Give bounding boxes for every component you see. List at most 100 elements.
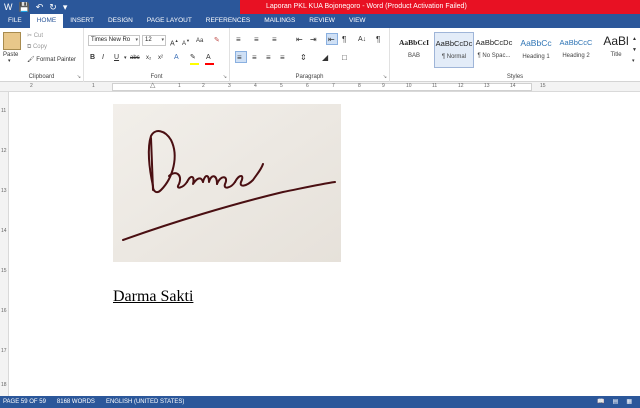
style-heading-1[interactable]: AaBbCc Heading 1 [516, 32, 556, 68]
clear-formatting-icon[interactable]: ✎ [214, 36, 220, 46]
font-launcher-icon[interactable]: ↘ [223, 74, 227, 80]
borders-icon[interactable]: □ [342, 53, 347, 63]
style-bab[interactable]: AaBbCcI BAB [394, 32, 434, 68]
horizontal-ruler[interactable]: 2 1 △ 1 2 3 4 5 6 7 8 9 10 11 12 13 14 1… [0, 82, 640, 92]
paste-icon[interactable] [3, 32, 21, 50]
tab-home[interactable]: HOME [29, 14, 64, 28]
styles-scroll-up-icon[interactable]: ▲ [632, 34, 637, 44]
styles-group-label: Styles [506, 74, 524, 80]
style-heading-2-sample: AaBbCcC [559, 38, 593, 47]
window-title: Laporan PKL KUA Bojonegoro - Word (Produ… [240, 0, 640, 14]
vruler-tick: 17 [1, 348, 7, 354]
cut-button[interactable]: ✂ Cut [27, 32, 43, 39]
word-window: W 💾 ↶ ↻ ▾ Laporan PKL KUA Bojonegoro - W… [0, 0, 640, 408]
italic-button[interactable]: I [102, 53, 104, 63]
strikethrough-button[interactable]: abc [130, 53, 140, 63]
vertical-ruler[interactable]: 11 12 13 14 15 16 17 18 [0, 92, 9, 396]
font-color-swatch [205, 63, 214, 65]
align-center-icon[interactable]: ≡ [252, 53, 257, 63]
font-family-select[interactable]: Times New Ro ▾ [88, 35, 140, 46]
clipboard-launcher-icon[interactable]: ↘ [77, 74, 81, 80]
style-no-spacing[interactable]: AaBbCcDc ¶ No Spac... [474, 32, 514, 68]
styles-group: AaBbCcI BAB AaBbCcDc ¶ Normal AaBbCcDc ¶… [390, 28, 640, 82]
ribbon-tabs: FILE HOME INSERT DESIGN PAGE LAYOUT REFE… [0, 14, 640, 28]
tab-review[interactable]: REVIEW [302, 14, 342, 28]
page-count[interactable]: PAGE 59 OF 59 [0, 399, 54, 405]
align-right-icon[interactable]: ≡ [266, 53, 271, 63]
style-heading-2[interactable]: AaBbCcC Heading 2 [556, 32, 596, 68]
numbering-icon[interactable]: ≡ [254, 35, 259, 45]
bold-button[interactable]: B [90, 53, 95, 63]
tab-design[interactable]: DESIGN [101, 14, 140, 28]
superscript-button[interactable]: x² [158, 53, 163, 63]
subscript-button[interactable]: x₂ [146, 53, 151, 63]
style-normal-name: ¶ Normal [441, 54, 467, 60]
undo-icon[interactable]: ↶ [36, 0, 44, 14]
grow-font-button[interactable]: A▲ [170, 36, 179, 49]
font-color-icon[interactable]: A [206, 53, 211, 63]
rtl-icon[interactable]: ¶ [342, 35, 346, 45]
tab-view[interactable]: VIEW [342, 14, 373, 28]
underline-button[interactable]: U [114, 53, 119, 63]
tab-references[interactable]: REFERENCES [199, 14, 257, 28]
change-case-button[interactable]: Aa [196, 36, 203, 46]
shading-icon[interactable]: ◢ [322, 53, 328, 63]
styles-more-icon[interactable]: ▾ [632, 56, 635, 66]
tab-insert[interactable]: INSERT [63, 14, 101, 28]
word-count[interactable]: 8168 WORDS [54, 399, 103, 405]
tab-file[interactable]: FILE [0, 14, 30, 28]
style-heading-1-sample: AaBbCc [520, 38, 552, 48]
copy-button[interactable]: ⧉ Copy [27, 44, 47, 51]
format-painter-button[interactable]: 🖌 Format Painter [27, 56, 76, 63]
vruler-tick: 18 [1, 382, 7, 388]
ruler-tick: 1 [178, 83, 181, 89]
line-spacing-icon[interactable]: ⇕ [300, 53, 307, 63]
shrink-font-button[interactable]: A▼ [182, 36, 190, 49]
style-title-sample: AaBl [603, 34, 629, 48]
ruler-tick: 14 [510, 83, 516, 89]
paragraph-launcher-icon[interactable]: ↘ [383, 74, 387, 80]
ltr-icon: ⇤ [328, 35, 335, 44]
styles-scroll-down-icon[interactable]: ▼ [632, 45, 637, 55]
sort-icon[interactable]: A↓ [358, 35, 366, 45]
web-layout-icon[interactable]: ▦ [626, 398, 632, 405]
ruler-tick: 7 [332, 83, 335, 89]
ribbon-home: Paste ▾ ✂ Cut ⧉ Copy 🖌 Format Painter Cl… [0, 28, 640, 82]
vruler-tick: 13 [1, 188, 7, 194]
vruler-tick: 14 [1, 228, 7, 234]
highlight-color-icon[interactable]: ✎ [190, 53, 196, 63]
underline-dropdown-icon[interactable]: ▾ [124, 53, 127, 63]
justify-icon[interactable]: ≡ [280, 53, 285, 63]
increase-indent-icon[interactable]: ⇥ [310, 35, 317, 45]
multilevel-list-icon[interactable]: ≡ [272, 35, 277, 45]
ruler-tick: 2 [30, 83, 33, 89]
text-effects-icon[interactable]: A [174, 53, 179, 63]
paragraph-group-label: Paragraph [295, 74, 324, 80]
style-normal[interactable]: AaBbCcDc ¶ Normal [434, 32, 474, 68]
language-indicator[interactable]: ENGLISH (UNITED STATES) [103, 399, 192, 405]
read-mode-icon[interactable]: 📖 [597, 398, 604, 405]
ruler-tick: 2 [202, 83, 205, 89]
bullets-icon[interactable]: ≡ [236, 35, 241, 45]
vruler-tick: 15 [1, 268, 7, 274]
decrease-indent-icon[interactable]: ⇤ [296, 35, 303, 45]
style-title[interactable]: AaBl Title [596, 32, 636, 68]
view-buttons: 📖 ▤ ▦ [597, 398, 632, 405]
tab-mailings[interactable]: MAILINGS [257, 14, 302, 28]
print-layout-icon[interactable]: ▤ [613, 398, 619, 405]
word-logo-icon: W [4, 2, 13, 12]
save-icon[interactable]: 💾 [19, 0, 30, 14]
document-page[interactable]: Darma Sakti [9, 92, 640, 396]
tab-page-layout[interactable]: PAGE LAYOUT [140, 14, 199, 28]
first-line-indent-icon[interactable]: △ [150, 81, 155, 89]
paste-dropdown-icon[interactable]: ▾ [8, 58, 11, 64]
style-bab-name: BAB [407, 53, 420, 59]
title-bar: W 💾 ↶ ↻ ▾ Laporan PKL KUA Bojonegoro - W… [0, 0, 640, 14]
font-size-select[interactable]: 12 ▾ [142, 35, 166, 46]
qat-customize-icon[interactable]: ▾ [63, 0, 68, 14]
font-family-dropdown-icon: ▾ [135, 37, 138, 43]
ruler-tick: 10 [406, 83, 412, 89]
redo-icon[interactable]: ↻ [49, 0, 57, 14]
signature-image[interactable] [113, 104, 341, 262]
show-formatting-icon[interactable]: ¶ [376, 35, 380, 45]
